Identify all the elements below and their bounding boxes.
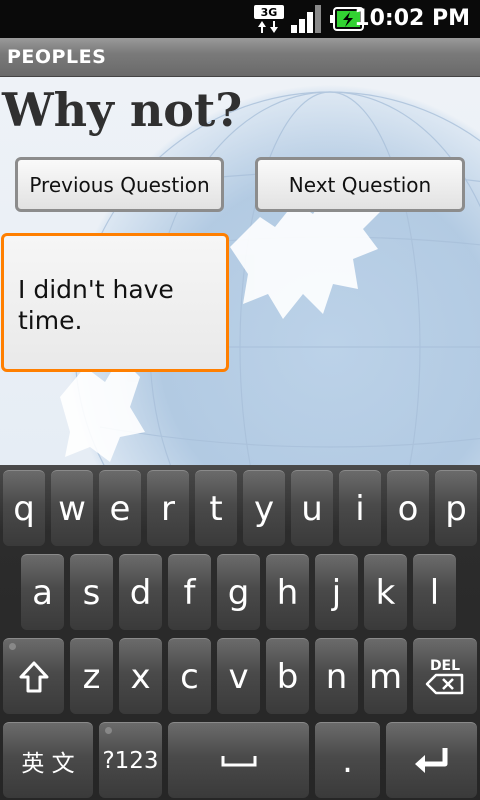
soft-keyboard: q w e r t y u i o p a s d f g h j k l z … — [0, 465, 480, 800]
shift-key[interactable] — [3, 638, 64, 714]
period-key[interactable]: . — [315, 722, 380, 798]
svg-text:3G: 3G — [261, 6, 278, 19]
shift-icon — [19, 661, 48, 692]
key-m[interactable]: m — [364, 638, 407, 714]
content-area: Why not? Previous Question Next Question… — [0, 77, 480, 465]
key-o[interactable]: o — [387, 470, 429, 546]
answer-text-field[interactable]: I didn't have time. — [1, 233, 229, 372]
key-f[interactable]: f — [168, 554, 211, 630]
symbols-key[interactable]: ?123 — [99, 722, 162, 798]
space-key[interactable] — [168, 722, 309, 798]
delete-key[interactable]: DEL — [413, 638, 477, 714]
key-v[interactable]: v — [217, 638, 260, 714]
backspace-icon — [425, 673, 464, 694]
enter-key[interactable] — [386, 722, 477, 798]
question-heading: Why not? — [2, 83, 243, 137]
key-p[interactable]: p — [435, 470, 477, 546]
next-question-button[interactable]: Next Question — [255, 157, 465, 212]
app-title: PEOPLES — [7, 46, 107, 68]
key-e[interactable]: e — [99, 470, 141, 546]
title-bar: PEOPLES — [0, 38, 480, 77]
key-s[interactable]: s — [70, 554, 113, 630]
key-c[interactable]: c — [168, 638, 211, 714]
key-x[interactable]: x — [119, 638, 162, 714]
key-d[interactable]: d — [119, 554, 162, 630]
symbols-indicator — [105, 727, 112, 734]
space-icon — [221, 755, 256, 766]
key-h[interactable]: h — [266, 554, 309, 630]
key-r[interactable]: r — [147, 470, 189, 546]
key-n[interactable]: n — [315, 638, 358, 714]
key-a[interactable]: a — [21, 554, 64, 630]
next-question-label: Next Question — [288, 172, 432, 197]
key-u[interactable]: u — [291, 470, 333, 546]
key-t[interactable]: t — [195, 470, 237, 546]
shift-lock-indicator — [9, 643, 16, 650]
key-q[interactable]: q — [3, 470, 45, 546]
previous-question-label: Previous Question — [29, 172, 210, 197]
previous-question-button[interactable]: Previous Question — [15, 157, 224, 212]
symbols-key-label: ?123 — [102, 747, 159, 774]
key-z[interactable]: z — [70, 638, 113, 714]
key-y[interactable]: y — [243, 470, 285, 546]
key-j[interactable]: j — [315, 554, 358, 630]
delete-key-label: DEL — [429, 657, 461, 674]
signal-strength-icon — [291, 5, 321, 33]
key-b[interactable]: b — [266, 638, 309, 714]
3g-data-icon: 3G — [254, 5, 284, 33]
status-time: 10:02 PM — [354, 6, 470, 31]
enter-icon — [414, 747, 447, 773]
status-bar: 3G 10:02 PM — [0, 0, 480, 38]
key-g[interactable]: g — [217, 554, 260, 630]
key-i[interactable]: i — [339, 470, 381, 546]
key-w[interactable]: w — [51, 470, 93, 546]
key-l[interactable]: l — [413, 554, 456, 630]
key-k[interactable]: k — [364, 554, 407, 630]
language-key[interactable]: 英 文 — [3, 722, 93, 798]
